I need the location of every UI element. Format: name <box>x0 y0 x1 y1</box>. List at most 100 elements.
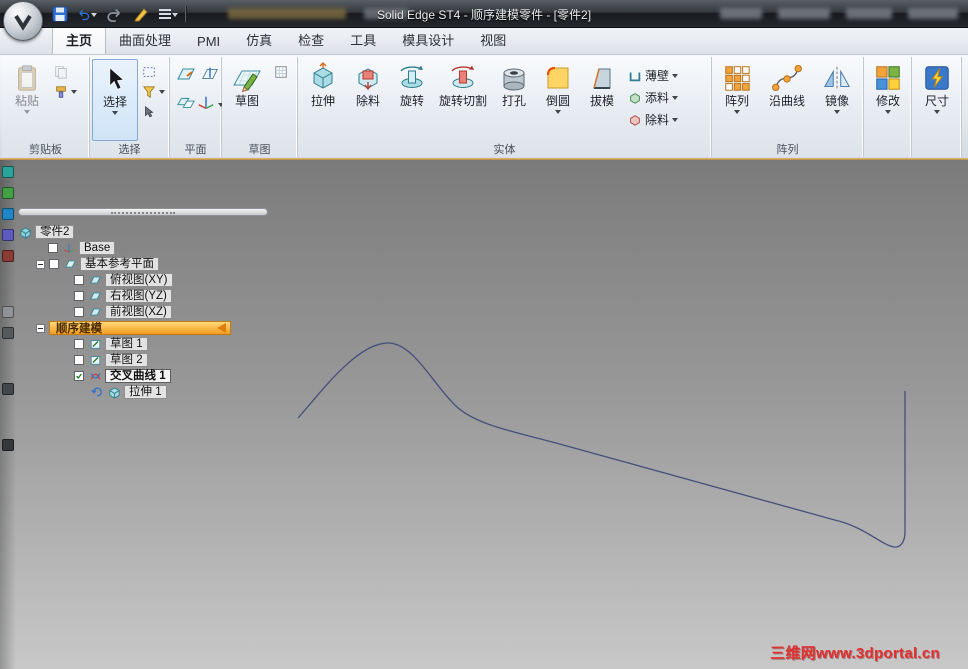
tab-home[interactable]: 主页 <box>52 25 107 54</box>
tree-row-sketch-2[interactable]: 草图 2 <box>74 353 288 367</box>
format-painter-caret[interactable] <box>71 90 77 94</box>
mirror-icon <box>821 62 853 94</box>
redacted-titlebar-text-left <box>228 8 408 19</box>
sequential-highlight-bar[interactable]: 顺序建模 <box>49 321 231 335</box>
top-view-checkbox[interactable] <box>74 275 84 285</box>
application-button[interactable] <box>3 1 43 41</box>
tree-row-sketch-1[interactable]: 草图 1 <box>74 337 288 351</box>
tab-simulation[interactable]: 仿真 <box>233 26 285 54</box>
modify-button[interactable]: 修改 <box>866 59 910 141</box>
tree-row-cross-curve-1[interactable]: 交叉曲线 1 <box>74 369 288 383</box>
tree-row-right-view[interactable]: 右视图(YZ) <box>74 289 288 303</box>
ribbon-group-clipboard: 粘贴 剪贴板 <box>2 57 90 157</box>
ref-planes-checkbox[interactable] <box>49 259 59 269</box>
sketch-2-checkbox[interactable] <box>74 355 84 365</box>
select-box-icon[interactable] <box>141 64 156 79</box>
tree-row-base[interactable]: Base <box>48 241 288 255</box>
tree-row-sequential-modeling[interactable]: 顺序建模 <box>36 321 288 335</box>
more-planes-icon[interactable] <box>176 92 196 117</box>
redacted-titlebar-text-right <box>720 8 958 19</box>
extrude-button[interactable]: 拉伸 <box>300 59 346 141</box>
save-button[interactable] <box>50 4 70 24</box>
undo-dropdown-caret[interactable] <box>91 12 97 17</box>
sketch-button[interactable]: 草图 <box>224 59 270 141</box>
coordinate-system-icon <box>197 94 215 115</box>
group-label-clipboard: 剪贴板 <box>29 144 62 156</box>
plane-normal-icon[interactable] <box>200 64 220 89</box>
select-filter-caret[interactable] <box>159 90 165 94</box>
thin-wall-caret[interactable] <box>672 74 679 78</box>
sketch-feature-icon <box>88 338 102 351</box>
ribbon-bottom-accent <box>0 158 968 160</box>
along-curve-button[interactable]: 沿曲线 <box>760 59 814 141</box>
front-view-checkbox[interactable] <box>74 307 84 317</box>
revolved-cut-button[interactable]: 旋转切割 <box>434 59 492 141</box>
ref-planes-expander[interactable] <box>36 259 45 269</box>
coincident-plane-icon[interactable] <box>175 63 197 90</box>
sequential-expander[interactable] <box>36 323 45 333</box>
edgebar-sensor-icon[interactable] <box>2 306 14 318</box>
remove-material-caret[interactable] <box>672 118 679 122</box>
hole-button[interactable]: 打孔 <box>492 59 536 141</box>
tab-pmi[interactable]: PMI <box>184 30 233 54</box>
customize-caret[interactable] <box>172 12 178 17</box>
tab-tools[interactable]: 工具 <box>337 26 389 54</box>
cross-curve-checkbox[interactable] <box>74 371 84 381</box>
tab-inspect[interactable]: 检查 <box>285 26 337 54</box>
select-filter-icon[interactable] <box>141 84 156 99</box>
redo-icon <box>107 8 120 22</box>
right-view-checkbox[interactable] <box>74 291 84 301</box>
add-material-flyout[interactable]: 添料 <box>627 89 679 106</box>
edgebar-selection-tab-icon[interactable] <box>2 383 14 395</box>
pattern-button[interactable]: 阵列 <box>714 59 760 141</box>
select-button[interactable]: 选择 <box>92 59 138 141</box>
base-checkbox[interactable] <box>48 243 58 253</box>
tab-surfacing[interactable]: 曲面处理 <box>106 26 184 54</box>
redacted-text <box>720 8 762 19</box>
tree-row-ref-planes[interactable]: 基本参考平面 <box>36 257 288 271</box>
pathfinder-grip[interactable] <box>18 208 268 216</box>
mirror-button[interactable]: 镜像 <box>814 59 860 141</box>
edgebar-layers-icon[interactable] <box>2 208 14 220</box>
edgebar-library-icon[interactable] <box>2 187 14 199</box>
tree-row-extrude-1[interactable]: 拉伸 1 <box>90 385 288 399</box>
dimension-button[interactable]: 尺寸 <box>915 59 959 141</box>
redo-button[interactable] <box>104 4 124 24</box>
remove-material-flyout[interactable]: 除料 <box>627 111 679 128</box>
cut-button[interactable]: 除料 <box>346 59 390 141</box>
edgebar-family-icon[interactable] <box>2 229 14 241</box>
tree-row-top-view[interactable]: 俯视图(XY) <box>74 273 288 287</box>
ribbon-group-plane: 平面 <box>170 57 224 157</box>
sketch-1-checkbox[interactable] <box>74 339 84 349</box>
ribbon-group-pattern: 阵列 沿曲线 镜像 阵列 <box>712 57 864 157</box>
tree-row-part2[interactable]: 零件2 <box>18 225 288 239</box>
thin-wall-flyout[interactable]: 薄壁 <box>627 67 679 84</box>
coordinate-system-control[interactable] <box>197 94 224 115</box>
tab-view[interactable]: 视图 <box>467 26 519 54</box>
deselect-icon[interactable] <box>141 104 156 119</box>
titlebar: Solid Edge ST4 - 顺序建模零件 - [零件2] <box>0 0 968 41</box>
tab-mold-design[interactable]: 模具设计 <box>389 26 467 54</box>
edgebar-playback-icon[interactable] <box>2 250 14 262</box>
edgebar-options-icon[interactable] <box>2 439 14 451</box>
sketch-grid-icon[interactable] <box>273 64 288 79</box>
undo-button[interactable] <box>77 4 97 24</box>
toolbar-separator <box>185 6 186 22</box>
revolve-button[interactable]: 旋转 <box>390 59 434 141</box>
customize-menu-button[interactable] <box>158 4 178 24</box>
copy-icon[interactable] <box>53 64 68 79</box>
format-painter-icon[interactable] <box>53 84 68 99</box>
modeling-canvas[interactable]: 零件2 Base 基本参考平面 俯视图(XY) 右视图(YZ) 前视图(XZ) … <box>0 160 968 669</box>
paste-button[interactable]: 粘贴 <box>4 59 50 141</box>
style-button[interactable] <box>131 4 151 24</box>
add-material-caret[interactable] <box>672 96 679 100</box>
pathfinder-panel: 零件2 Base 基本参考平面 俯视图(XY) 右视图(YZ) 前视图(XZ) … <box>18 208 288 401</box>
ribbon-group-select: 选择 选择 <box>90 57 170 157</box>
draft-button[interactable]: 拔模 <box>580 59 624 141</box>
round-button[interactable]: 倒圆 <box>536 59 580 141</box>
checkmark-icon <box>76 373 82 380</box>
edgebar-pathfinder-tab-icon[interactable] <box>2 327 14 339</box>
solid-edge-logo-icon <box>14 14 32 31</box>
edgebar-tool-icon[interactable] <box>2 166 14 178</box>
tree-row-front-view[interactable]: 前视图(XZ) <box>74 305 288 319</box>
